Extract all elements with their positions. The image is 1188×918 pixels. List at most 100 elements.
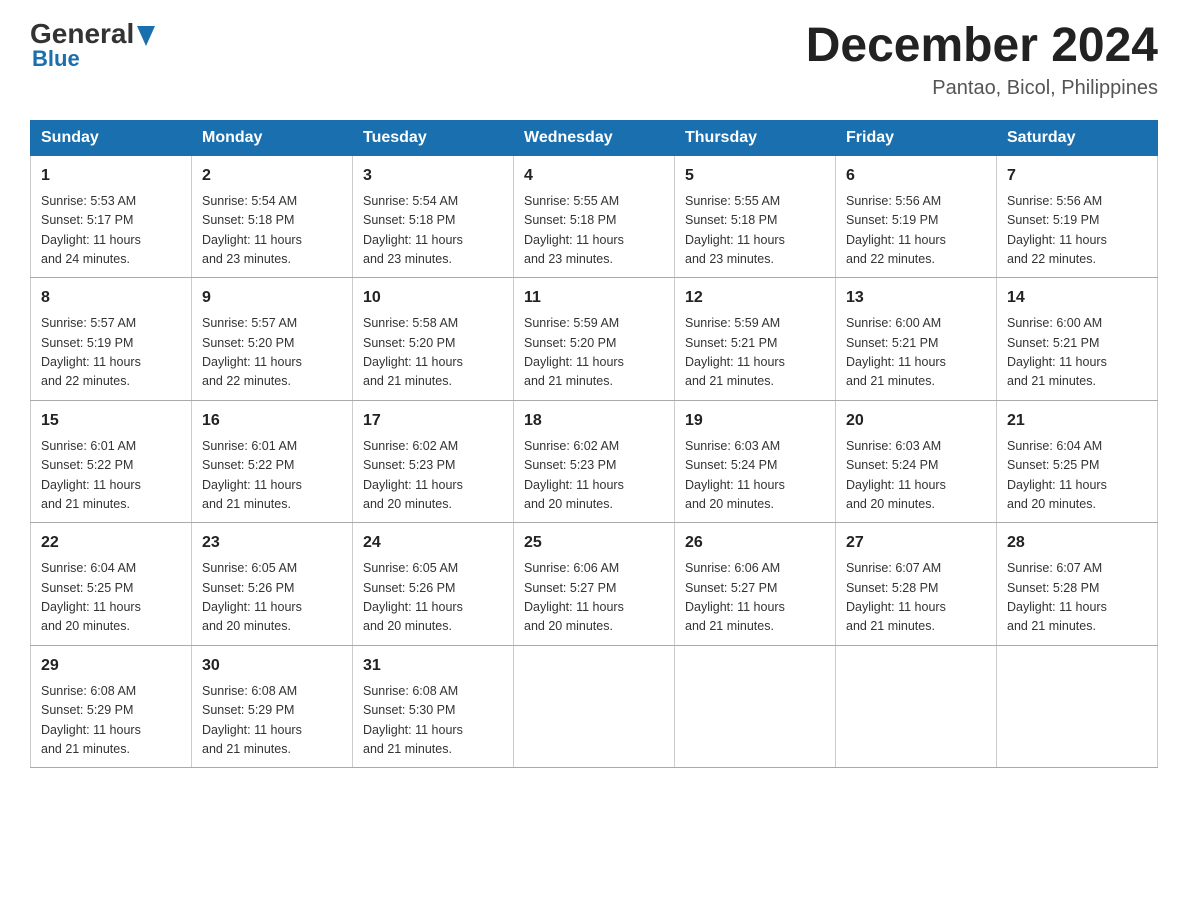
month-title: December 2024 — [806, 20, 1158, 73]
header-tuesday: Tuesday — [353, 120, 514, 155]
day-number: 26 — [685, 531, 825, 555]
calendar-cell: 25 Sunrise: 6:06 AMSunset: 5:27 PMDayligh… — [514, 523, 675, 646]
day-number: 25 — [524, 531, 664, 555]
location-subtitle: Pantao, Bicol, Philippines — [806, 77, 1158, 100]
day-info: Sunrise: 6:07 AMSunset: 5:28 PMDaylight:… — [846, 559, 986, 637]
calendar-week-row: 22 Sunrise: 6:04 AMSunset: 5:25 PMDayligh… — [31, 523, 1158, 646]
day-info: Sunrise: 6:00 AMSunset: 5:21 PMDaylight:… — [846, 314, 986, 392]
header-sunday: Sunday — [31, 120, 192, 155]
header-thursday: Thursday — [675, 120, 836, 155]
day-number: 3 — [363, 164, 503, 188]
calendar-cell: 3 Sunrise: 5:54 AMSunset: 5:18 PMDaylight… — [353, 155, 514, 278]
day-number: 13 — [846, 286, 986, 310]
calendar-week-row: 29 Sunrise: 6:08 AMSunset: 5:29 PMDayligh… — [31, 645, 1158, 768]
calendar-cell: 28Sunrise: 6:07 AMSunset: 5:28 PMDayligh… — [997, 523, 1158, 646]
calendar-cell: 5 Sunrise: 5:55 AMSunset: 5:18 PMDaylight… — [675, 155, 836, 278]
day-number: 28 — [1007, 531, 1147, 555]
title-block: December 2024 Pantao, Bicol, Philippines — [806, 20, 1158, 100]
day-info: Sunrise: 6:01 AMSunset: 5:22 PMDaylight:… — [202, 437, 342, 515]
calendar-cell: 2 Sunrise: 5:54 AMSunset: 5:18 PMDaylight… — [192, 155, 353, 278]
day-info: Sunrise: 5:59 AMSunset: 5:21 PMDaylight:… — [685, 314, 825, 392]
day-number: 17 — [363, 409, 503, 433]
day-number: 7 — [1007, 164, 1147, 188]
page-header: General Blue December 2024 Pantao, Bicol… — [30, 20, 1158, 100]
calendar-cell: 30 Sunrise: 6:08 AMSunset: 5:29 PMDayligh… — [192, 645, 353, 768]
calendar-cell: 4 Sunrise: 5:55 AMSunset: 5:18 PMDaylight… — [514, 155, 675, 278]
day-number: 4 — [524, 164, 664, 188]
calendar-cell: 9Sunrise: 5:57 AMSunset: 5:20 PMDaylight… — [192, 278, 353, 401]
day-info: Sunrise: 6:08 AMSunset: 5:29 PMDaylight:… — [202, 682, 342, 760]
calendar-header-row: SundayMondayTuesdayWednesdayThursdayFrid… — [31, 120, 1158, 155]
day-info: Sunrise: 6:01 AMSunset: 5:22 PMDaylight:… — [41, 437, 181, 515]
day-number: 27 — [846, 531, 986, 555]
day-info: Sunrise: 5:55 AMSunset: 5:18 PMDaylight:… — [524, 192, 664, 270]
calendar-cell: 17 Sunrise: 6:02 AMSunset: 5:23 PMDayligh… — [353, 400, 514, 523]
day-info: Sunrise: 6:08 AMSunset: 5:30 PMDaylight:… — [363, 682, 503, 760]
day-info: Sunrise: 5:56 AMSunset: 5:19 PMDaylight:… — [1007, 192, 1147, 270]
day-info: Sunrise: 5:57 AMSunset: 5:19 PMDaylight:… — [41, 314, 181, 392]
day-number: 12 — [685, 286, 825, 310]
day-info: Sunrise: 6:02 AMSunset: 5:23 PMDaylight:… — [363, 437, 503, 515]
day-number: 16 — [202, 409, 342, 433]
day-info: Sunrise: 5:57 AMSunset: 5:20 PMDaylight:… — [202, 314, 342, 392]
calendar-cell: 12 Sunrise: 5:59 AMSunset: 5:21 PMDayligh… — [675, 278, 836, 401]
day-info: Sunrise: 6:05 AMSunset: 5:26 PMDaylight:… — [202, 559, 342, 637]
calendar-cell: 23Sunrise: 6:05 AMSunset: 5:26 PMDayligh… — [192, 523, 353, 646]
calendar-cell: 26 Sunrise: 6:06 AMSunset: 5:27 PMDayligh… — [675, 523, 836, 646]
day-number: 24 — [363, 531, 503, 555]
calendar-cell: 27 Sunrise: 6:07 AMSunset: 5:28 PMDayligh… — [836, 523, 997, 646]
calendar-cell: 6Sunrise: 5:56 AMSunset: 5:19 PMDaylight… — [836, 155, 997, 278]
day-info: Sunrise: 6:06 AMSunset: 5:27 PMDaylight:… — [685, 559, 825, 637]
day-number: 10 — [363, 286, 503, 310]
day-info: Sunrise: 6:03 AMSunset: 5:24 PMDaylight:… — [685, 437, 825, 515]
calendar-cell: 20Sunrise: 6:03 AMSunset: 5:24 PMDayligh… — [836, 400, 997, 523]
logo-part1: General — [30, 20, 155, 48]
calendar-cell: 13 Sunrise: 6:00 AMSunset: 5:21 PMDayligh… — [836, 278, 997, 401]
day-info: Sunrise: 6:08 AMSunset: 5:29 PMDaylight:… — [41, 682, 181, 760]
calendar-cell: 21 Sunrise: 6:04 AMSunset: 5:25 PMDayligh… — [997, 400, 1158, 523]
day-number: 1 — [41, 164, 181, 188]
day-number: 11 — [524, 286, 664, 310]
day-info: Sunrise: 5:53 AMSunset: 5:17 PMDaylight:… — [41, 192, 181, 270]
calendar-cell: 19 Sunrise: 6:03 AMSunset: 5:24 PMDayligh… — [675, 400, 836, 523]
day-info: Sunrise: 6:00 AMSunset: 5:21 PMDaylight:… — [1007, 314, 1147, 392]
day-number: 2 — [202, 164, 342, 188]
calendar-cell — [514, 645, 675, 768]
calendar-week-row: 8 Sunrise: 5:57 AMSunset: 5:19 PMDaylight… — [31, 278, 1158, 401]
day-info: Sunrise: 5:54 AMSunset: 5:18 PMDaylight:… — [363, 192, 503, 270]
day-number: 22 — [41, 531, 181, 555]
day-number: 6 — [846, 164, 986, 188]
day-info: Sunrise: 6:05 AMSunset: 5:26 PMDaylight:… — [363, 559, 503, 637]
header-friday: Friday — [836, 120, 997, 155]
day-number: 31 — [363, 654, 503, 678]
day-number: 5 — [685, 164, 825, 188]
calendar-cell: 24 Sunrise: 6:05 AMSunset: 5:26 PMDayligh… — [353, 523, 514, 646]
calendar-cell: 11 Sunrise: 5:59 AMSunset: 5:20 PMDayligh… — [514, 278, 675, 401]
calendar-cell: 18Sunrise: 6:02 AMSunset: 5:23 PMDayligh… — [514, 400, 675, 523]
day-info: Sunrise: 6:02 AMSunset: 5:23 PMDaylight:… — [524, 437, 664, 515]
calendar-week-row: 15Sunrise: 6:01 AMSunset: 5:22 PMDayligh… — [31, 400, 1158, 523]
day-info: Sunrise: 6:06 AMSunset: 5:27 PMDaylight:… — [524, 559, 664, 637]
calendar-week-row: 1 Sunrise: 5:53 AMSunset: 5:17 PMDaylight… — [31, 155, 1158, 278]
header-monday: Monday — [192, 120, 353, 155]
logo-part2: Blue — [30, 46, 80, 72]
day-info: Sunrise: 6:04 AMSunset: 5:25 PMDaylight:… — [41, 559, 181, 637]
calendar-cell: 31 Sunrise: 6:08 AMSunset: 5:30 PMDayligh… — [353, 645, 514, 768]
day-number: 29 — [41, 654, 181, 678]
day-number: 20 — [846, 409, 986, 433]
calendar-cell: 7 Sunrise: 5:56 AMSunset: 5:19 PMDaylight… — [997, 155, 1158, 278]
calendar-cell: 14Sunrise: 6:00 AMSunset: 5:21 PMDayligh… — [997, 278, 1158, 401]
day-info: Sunrise: 5:55 AMSunset: 5:18 PMDaylight:… — [685, 192, 825, 270]
day-number: 21 — [1007, 409, 1147, 433]
calendar-table: SundayMondayTuesdayWednesdayThursdayFrid… — [30, 120, 1158, 769]
header-wednesday: Wednesday — [514, 120, 675, 155]
day-number: 19 — [685, 409, 825, 433]
calendar-cell: 16 Sunrise: 6:01 AMSunset: 5:22 PMDayligh… — [192, 400, 353, 523]
calendar-cell: 10Sunrise: 5:58 AMSunset: 5:20 PMDayligh… — [353, 278, 514, 401]
day-info: Sunrise: 6:04 AMSunset: 5:25 PMDaylight:… — [1007, 437, 1147, 515]
day-number: 8 — [41, 286, 181, 310]
day-info: Sunrise: 5:59 AMSunset: 5:20 PMDaylight:… — [524, 314, 664, 392]
day-info: Sunrise: 5:54 AMSunset: 5:18 PMDaylight:… — [202, 192, 342, 270]
day-number: 30 — [202, 654, 342, 678]
calendar-cell — [997, 645, 1158, 768]
